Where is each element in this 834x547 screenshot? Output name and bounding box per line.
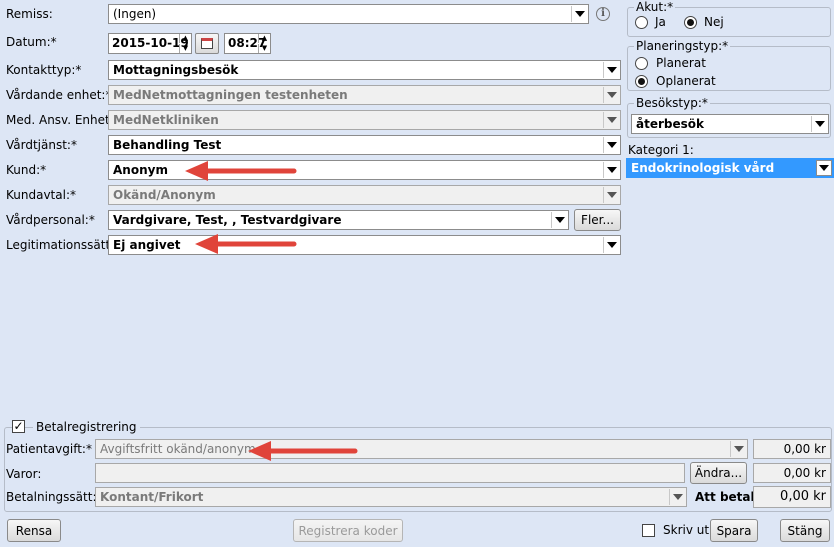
annotation-arrow-legitimation xyxy=(195,234,297,254)
annotation-arrows xyxy=(185,161,358,461)
annotation-arrow-kund xyxy=(185,161,297,181)
annotation-arrow-patientavgift xyxy=(248,441,358,461)
